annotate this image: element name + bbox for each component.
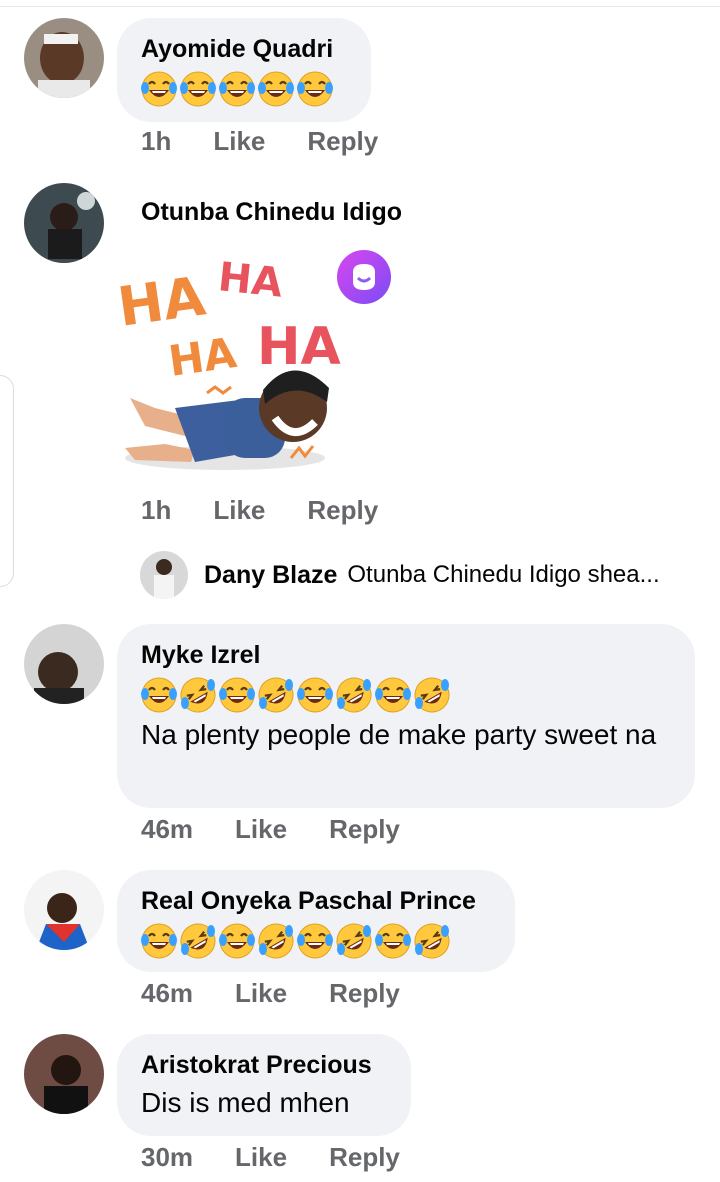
tears-of-joy-icon: [141, 923, 177, 959]
rofl-icon: [336, 677, 372, 713]
author-name[interactable]: Real Onyeka Paschal Prince: [141, 884, 491, 918]
reply-author-name[interactable]: Dany Blaze: [204, 561, 337, 590]
timestamp[interactable]: 46m: [141, 978, 193, 1009]
comment-actions: 1h Like Reply: [141, 495, 420, 526]
timestamp[interactable]: 30m: [141, 1142, 193, 1173]
rofl-icon: [336, 923, 372, 959]
timestamp[interactable]: 1h: [141, 495, 171, 526]
author-name[interactable]: Otunba Chinedu Idigo: [141, 198, 402, 227]
rofl-icon: [258, 923, 294, 959]
rofl-icon: [414, 923, 450, 959]
comment-text: Dis is med mhen: [141, 1087, 350, 1118]
author-name[interactable]: Myke Izrel: [141, 638, 671, 672]
tears-of-joy-icon: [141, 677, 177, 713]
comment-actions: 30m Like Reply: [141, 1142, 442, 1173]
side-panel-edge: [0, 375, 14, 587]
reply-text: Otunba Chinedu Idigo shea...: [347, 561, 660, 588]
like-button[interactable]: Like: [235, 814, 287, 845]
tears-of-joy-icon: [297, 923, 333, 959]
tears-of-joy-icon: [141, 71, 177, 107]
timestamp[interactable]: 46m: [141, 814, 193, 845]
comment-bubble: Ayomide Quadri: [117, 18, 371, 122]
avatar[interactable]: [24, 1034, 104, 1114]
tears-of-joy-icon: [375, 677, 411, 713]
sticker-ha-text: HA: [257, 317, 341, 377]
like-button[interactable]: Like: [213, 126, 265, 157]
emoji-row: [141, 70, 347, 108]
comment-text: Na plenty people de make party sweet na: [141, 719, 657, 750]
avatar[interactable]: [24, 183, 104, 263]
tears-of-joy-icon: [219, 71, 255, 107]
author-name[interactable]: Ayomide Quadri: [141, 32, 347, 66]
avatar[interactable]: [24, 18, 104, 98]
sticker-ha-text: HA: [115, 264, 209, 339]
tears-of-joy-icon: [219, 677, 255, 713]
reply-button[interactable]: Reply: [329, 814, 400, 845]
comment-actions: 1h Like Reply: [141, 126, 420, 157]
messenger-avatar-icon[interactable]: [337, 250, 391, 304]
tears-of-joy-icon: [375, 923, 411, 959]
author-name[interactable]: Aristokrat Precious: [141, 1048, 387, 1082]
emoji-row: [141, 922, 491, 960]
tears-of-joy-icon: [180, 71, 216, 107]
tears-of-joy-icon: [297, 677, 333, 713]
like-button[interactable]: Like: [213, 495, 265, 526]
rofl-icon: [180, 677, 216, 713]
rofl-icon: [180, 923, 216, 959]
top-divider: [0, 6, 720, 7]
sticker-ha-text: HA: [216, 254, 285, 306]
comment-actions: 46m Like Reply: [141, 814, 442, 845]
rofl-icon: [258, 677, 294, 713]
reply-button[interactable]: Reply: [307, 126, 378, 157]
reply-button[interactable]: Reply: [329, 1142, 400, 1173]
reply-preview[interactable]: Dany Blaze Otunba Chinedu Idigo shea...: [140, 551, 660, 599]
tears-of-joy-icon: [297, 71, 333, 107]
emoji-row: [141, 676, 671, 714]
tears-of-joy-icon: [258, 71, 294, 107]
sticker-ha-text: HA: [166, 328, 240, 386]
timestamp[interactable]: 1h: [141, 126, 171, 157]
comment-bubble: Myke Izrel Na plenty people de make part…: [117, 624, 695, 808]
rofl-icon: [414, 677, 450, 713]
comment-actions: 46m Like Reply: [141, 978, 442, 1009]
avatar[interactable]: [140, 551, 188, 599]
avatar[interactable]: [24, 624, 104, 704]
tears-of-joy-icon: [219, 923, 255, 959]
avatar[interactable]: [24, 870, 104, 950]
comment-bubble: Aristokrat Precious Dis is med mhen: [117, 1034, 411, 1136]
reply-button[interactable]: Reply: [329, 978, 400, 1009]
like-button[interactable]: Like: [235, 978, 287, 1009]
like-button[interactable]: Like: [235, 1142, 287, 1173]
comment-bubble: Real Onyeka Paschal Prince: [117, 870, 515, 972]
reply-button[interactable]: Reply: [307, 495, 378, 526]
